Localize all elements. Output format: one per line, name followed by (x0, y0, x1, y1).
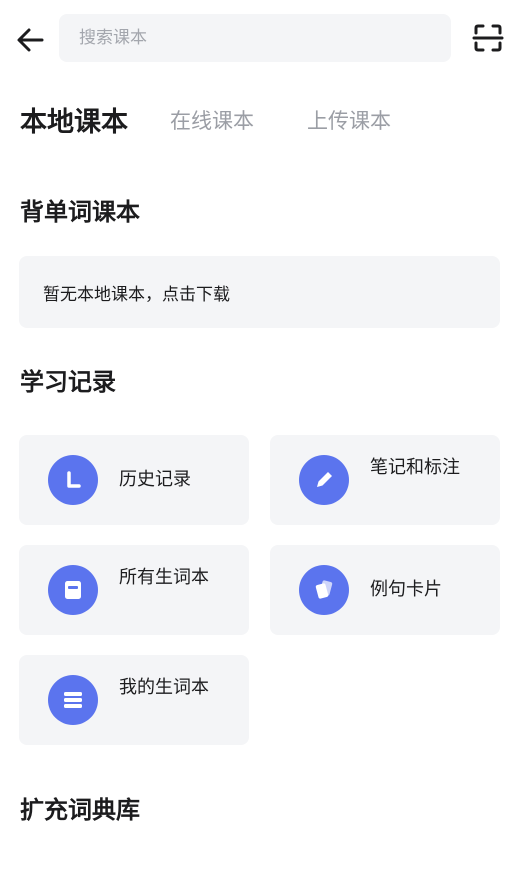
notebook-icon (48, 565, 98, 615)
my-wordbook-label: 我的生词本 (119, 677, 209, 698)
notes-card[interactable]: 笔记和标注 (270, 435, 500, 525)
pencil-icon (299, 455, 349, 505)
download-textbook-card[interactable]: 暂无本地课本，点击下载 (19, 256, 500, 328)
all-wordbooks-card[interactable]: 所有生词本 (19, 545, 249, 635)
tab-online-textbooks[interactable]: 在线课本 (170, 105, 254, 135)
example-cards-label: 例句卡片 (370, 579, 442, 600)
all-wordbooks-label: 所有生词本 (119, 567, 209, 588)
history-label: 历史记录 (119, 469, 191, 490)
arrow-left-icon (17, 28, 44, 52)
tab-upload-textbooks[interactable]: 上传课本 (307, 105, 391, 135)
section-title-study-records: 学习记录 (20, 368, 116, 396)
back-button[interactable] (12, 22, 48, 58)
list-icon (48, 675, 98, 725)
clock-icon (48, 455, 98, 505)
history-card[interactable]: 历史记录 (19, 435, 249, 525)
search-input[interactable] (59, 14, 451, 62)
cards-icon (299, 565, 349, 615)
section-title-dictionaries: 扩充词典库 (20, 796, 140, 824)
top-bar (0, 0, 517, 78)
section-title-vocab-books: 背单词课本 (20, 198, 140, 226)
scan-icon (472, 24, 504, 52)
my-wordbook-card[interactable]: 我的生词本 (19, 655, 249, 745)
tab-local-textbooks[interactable]: 本地课本 (20, 100, 128, 139)
scan-button[interactable] (470, 20, 506, 56)
empty-textbook-message: 暂无本地课本，点击下载 (43, 284, 230, 305)
example-cards-card[interactable]: 例句卡片 (270, 545, 500, 635)
notes-label: 笔记和标注 (370, 457, 460, 478)
